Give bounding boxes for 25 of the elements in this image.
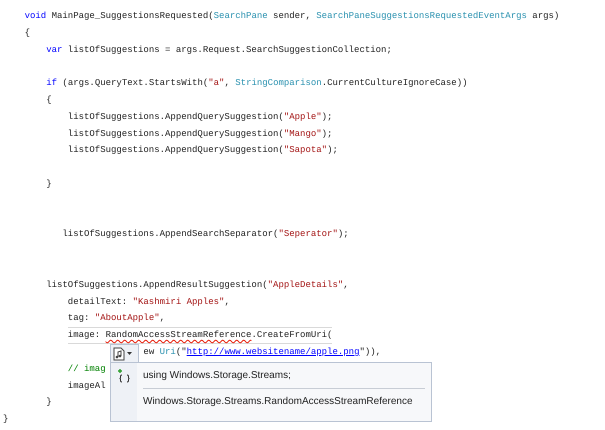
code-line: imageAl: [68, 380, 106, 393]
smart-tag-button[interactable]: [110, 344, 139, 363]
code-line: listOfSuggestions.AppendSearchSeparator("Seperator");: [62, 228, 349, 242]
code-line: }: [46, 396, 52, 410]
code-line: {: [46, 94, 52, 107]
code-line: ew Uri("http://www.websitename/apple.png")),: [143, 346, 382, 359]
code-line: {: [24, 26, 30, 40]
caret-icon: [127, 352, 132, 355]
code-line: }: [46, 178, 52, 191]
code-line: if (args.QueryText.StartsWith("a", StringComparison.CurrentCultureIgnoreCase)): [46, 77, 468, 90]
code-line: listOfSuggestions.AppendResultSuggestion("AppleDetails",: [46, 278, 349, 292]
code-line: var listOfSuggestions = args.Request.SearchSuggestionCollection;: [46, 44, 392, 57]
code-line: }: [3, 413, 8, 426]
code-line: void MainPage_SuggestionsRequested(SearchPane sender, SearchPaneSuggestionsRequestedEventArgs args): [24, 10, 560, 23]
code-line: tag: "AboutApple",: [68, 312, 166, 326]
code-line: image: RandomAccessStreamReference.CreateFromUri(: [68, 327, 332, 344]
code-line: // imag: [68, 362, 106, 376]
code-line: listOfSuggestions.AppendQuerySuggestion("Apple");: [68, 110, 332, 124]
code-line: listOfSuggestions.AppendQuerySuggestion("Mango");: [68, 128, 332, 141]
url-link[interactable]: http://www.websitename/apple.png: [186, 346, 360, 357]
suggestion-item[interactable]: using Windows.Storage.Streams;: [143, 363, 425, 388]
braces-plus-icon: [117, 369, 131, 385]
code-line: listOfSuggestions.AppendQuerySuggestion("Sapota");: [68, 144, 338, 158]
code-line: detailText: "Kashmiri Apples",: [68, 296, 230, 309]
suggestion-item[interactable]: Windows.Storage.Streams.RandomAccessStreamReference: [143, 388, 425, 414]
